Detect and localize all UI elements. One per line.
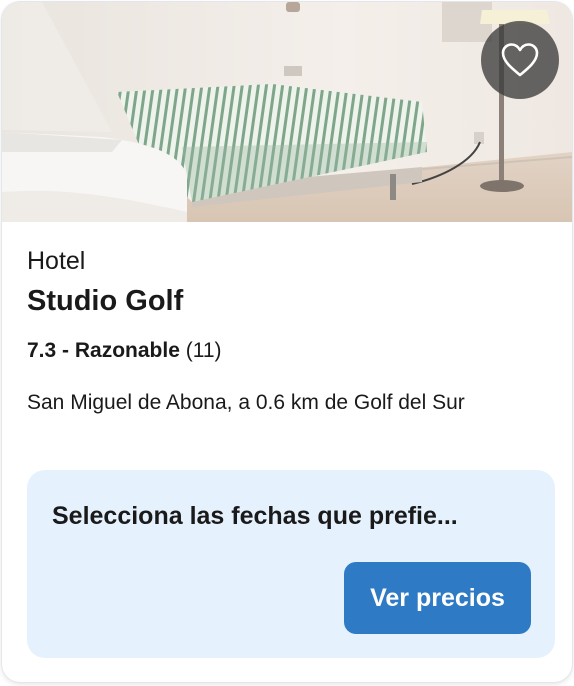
hotel-type: Hotel: [27, 247, 86, 275]
favorite-button[interactable]: [481, 21, 559, 99]
hotel-rating: 7.3 - Razonable (11): [27, 338, 222, 364]
price-panel: Selecciona las fechas que prefie... Ver …: [27, 470, 555, 658]
room-image: [2, 2, 572, 222]
view-prices-button[interactable]: Ver precios: [344, 562, 531, 634]
rating-score: 7.3 - Razonable: [27, 339, 180, 362]
select-dates-message: Selecciona las fechas que prefie...: [52, 502, 458, 530]
hotel-location: San Miguel de Abona, a 0.6 km de Golf de…: [27, 391, 465, 414]
hotel-name[interactable]: Studio Golf: [27, 284, 183, 318]
hotel-card[interactable]: Hotel Studio Golf 7.3 - Razonable (11) S…: [2, 2, 572, 682]
review-count: (11): [185, 339, 222, 362]
heart-icon: [501, 43, 539, 77]
hotel-photo[interactable]: [2, 2, 572, 222]
